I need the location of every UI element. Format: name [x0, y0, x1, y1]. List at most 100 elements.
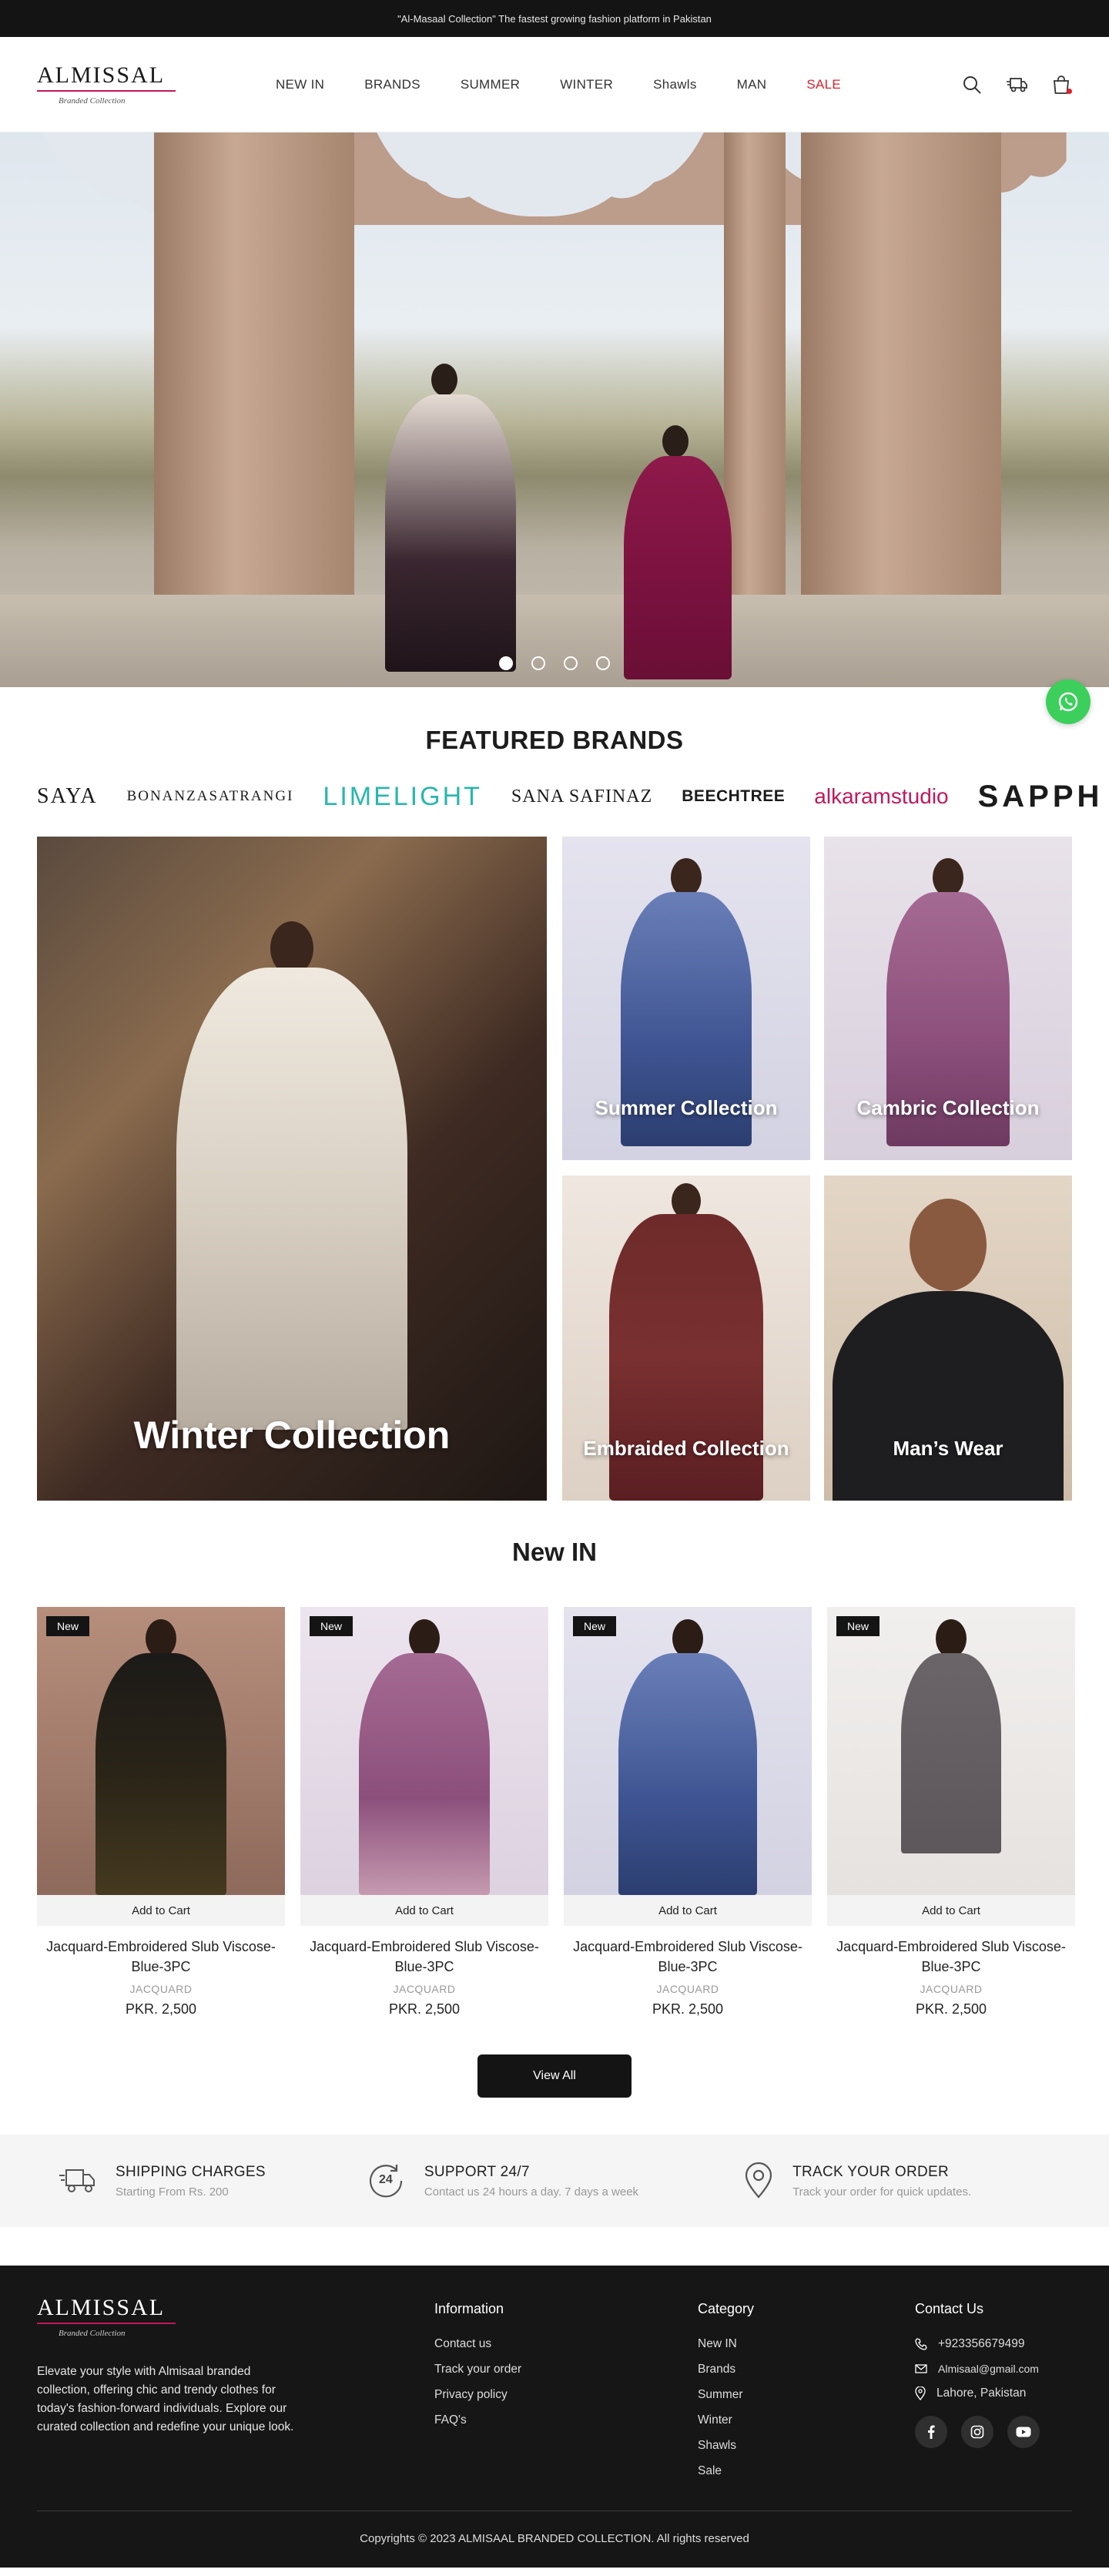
footer-link-shawls[interactable]: Shawls — [698, 2439, 754, 2453]
brand-logo-alkaram[interactable]: alkaramstudio — [814, 784, 948, 809]
product-dress — [901, 1653, 1001, 1853]
mail-icon — [915, 2364, 927, 2373]
facebook-icon[interactable] — [915, 2416, 947, 2448]
footer-link-track-order[interactable]: Track your order — [434, 2363, 521, 2376]
product-name[interactable]: Jacquard-Embroidered Slub Viscose-Blue-3… — [827, 1937, 1075, 1977]
product-name[interactable]: Jacquard-Embroidered Slub Viscose-Blue-3… — [300, 1937, 548, 1977]
slider-dot-3[interactable] — [564, 656, 578, 670]
instagram-icon[interactable] — [961, 2416, 993, 2448]
hero-banner[interactable] — [0, 132, 1109, 687]
brand-logo-limelight[interactable]: LIMELIGHT — [323, 782, 481, 812]
add-to-cart-button[interactable]: Add to Cart — [564, 1895, 812, 1926]
feature-title: SHIPPING CHARGES — [116, 2163, 266, 2180]
collection-tile-winter[interactable]: Winter Collection — [37, 837, 547, 1501]
whatsapp-icon — [1058, 692, 1078, 712]
product-dress — [359, 1653, 490, 1895]
footer-link-winter[interactable]: Winter — [698, 2413, 754, 2427]
main-nav: NEW IN BRANDS SUMMER WINTER Shawls MAN S… — [276, 77, 841, 92]
product-image[interactable]: New — [300, 1607, 548, 1895]
copyright-text: Copyrights © 2023 ALMISAAL BRANDED COLLE… — [360, 2532, 749, 2545]
footer-phone[interactable]: +923356679499 — [915, 2337, 1040, 2351]
nav-new-in[interactable]: NEW IN — [276, 77, 324, 92]
footer-link-new-in[interactable]: New IN — [698, 2337, 754, 2351]
new-in-title: New IN — [511, 1538, 598, 1566]
view-all-button[interactable]: View All — [477, 2054, 632, 2098]
site-logo[interactable]: ALMISSAL Branded Collection — [37, 63, 183, 106]
youtube-icon[interactable] — [1007, 2416, 1040, 2448]
footer-address: Lahore, Pakistan — [915, 2386, 1040, 2400]
slider-dot-2[interactable] — [531, 656, 545, 670]
shopping-bag-icon[interactable] — [1050, 74, 1072, 96]
nav-brands[interactable]: BRANDS — [364, 77, 420, 92]
whatsapp-button[interactable] — [1046, 679, 1091, 724]
product-image[interactable]: New — [37, 1607, 285, 1895]
product-dress — [95, 1653, 226, 1895]
brand-studio-text: studio — [890, 784, 949, 808]
search-icon[interactable] — [961, 74, 983, 96]
model-head — [409, 1619, 440, 1658]
hero-slider-dots — [0, 656, 1109, 670]
brand-satrangi-text: SATRANGI — [209, 788, 294, 804]
feature-track-order: TRACK YOUR ORDER Track your order for qu… — [743, 2162, 971, 2200]
collection-label: Cambric Collection — [856, 1096, 1040, 1119]
phone-icon — [915, 2338, 927, 2350]
footer-category: Category New IN Brands Summer Winter Sha… — [698, 2301, 754, 2490]
add-to-cart-button[interactable]: Add to Cart — [37, 1895, 285, 1926]
product-card[interactable]: New Add to Cart Jacquard-Embroidered Slu… — [37, 1607, 285, 2018]
collection-label: Embraided Collection — [583, 1437, 789, 1460]
slider-dot-1[interactable] — [499, 656, 513, 670]
nav-sale[interactable]: SALE — [806, 77, 841, 92]
collection-tile-mens-wear[interactable]: Man’s Wear — [824, 1176, 1072, 1501]
brand-logo-sana-safinaz[interactable]: SANA SAFINAZ — [511, 787, 652, 807]
footer-link-sale[interactable]: Sale — [698, 2464, 754, 2478]
winter-dress — [176, 968, 407, 1430]
product-price: PKR. 2,500 — [915, 2001, 987, 2017]
truck-icon[interactable] — [1006, 74, 1027, 96]
product-name[interactable]: Jacquard-Embroidered Slub Viscose-Blue-3… — [564, 1937, 812, 1977]
brand-logo-sapphire[interactable]: SAPPH — [978, 780, 1104, 814]
feature-shipping: SHIPPING CHARGES Starting From Rs. 200 — [59, 2164, 266, 2199]
brand-alkaram-text: alkaram — [814, 784, 891, 808]
nav-shawls[interactable]: Shawls — [653, 77, 697, 92]
collections-grid: Winter Collection Summer Collection Camb… — [0, 837, 1109, 1501]
feature-title: SUPPORT 24/7 — [424, 2163, 530, 2180]
nav-winter[interactable]: WINTER — [560, 77, 613, 92]
brand-carousel: SAYA BONANZASATRANGI LIMELIGHT SANA SAFI… — [0, 775, 1109, 818]
footer-link-privacy-policy[interactable]: Privacy policy — [434, 2388, 521, 2402]
footer-logo[interactable]: ALMISSAL Branded Collection — [37, 2296, 183, 2338]
footer-email[interactable]: Almisaal@gmail.com — [915, 2363, 1040, 2375]
product-image[interactable]: New — [827, 1607, 1075, 1895]
product-card[interactable]: New Add to Cart Jacquard-Embroidered Slu… — [827, 1607, 1075, 2018]
cart-indicator — [1067, 88, 1072, 94]
add-to-cart-button[interactable]: Add to Cart — [827, 1895, 1075, 1926]
slider-dot-4[interactable] — [596, 656, 610, 670]
location-pin-icon — [745, 2162, 772, 2199]
product-card[interactable]: New Add to Cart Jacquard-Embroidered Slu… — [564, 1607, 812, 2018]
floor — [0, 595, 1109, 687]
brand-logo-beechtree[interactable]: BEECHTREE — [682, 787, 785, 806]
footer-link-contact-us[interactable]: Contact us — [434, 2337, 521, 2351]
collection-tile-embraided[interactable]: Embraided Collection — [562, 1176, 810, 1501]
product-category: JACQUARD — [656, 1983, 719, 1995]
nav-summer[interactable]: SUMMER — [461, 77, 520, 92]
product-card[interactable]: New Add to Cart Jacquard-Embroidered Slu… — [300, 1607, 548, 2018]
product-dress — [618, 1653, 757, 1895]
model-2 — [624, 456, 732, 679]
add-to-cart-button[interactable]: Add to Cart — [300, 1895, 548, 1926]
collection-tile-summer[interactable]: Summer Collection — [562, 837, 810, 1160]
footer-address-text: Lahore, Pakistan — [936, 2386, 1027, 2400]
brand-logo-saya[interactable]: SAYA — [37, 784, 98, 809]
product-name[interactable]: Jacquard-Embroidered Slub Viscose-Blue-3… — [37, 1937, 285, 1977]
logo-wordmark: ALMISSAL — [37, 2295, 166, 2320]
footer-link-brands[interactable]: Brands — [698, 2363, 754, 2376]
footer-link-faqs[interactable]: FAQ's — [434, 2413, 521, 2427]
footer-link-summer[interactable]: Summer — [698, 2388, 754, 2402]
brand-logo-bonanza-satrangi[interactable]: BONANZASATRANGI — [127, 788, 294, 805]
nav-man[interactable]: MAN — [737, 77, 767, 92]
model-1 — [385, 394, 516, 672]
model-head — [910, 1199, 987, 1291]
product-image[interactable]: New — [564, 1607, 812, 1895]
collection-tile-cambric[interactable]: Cambric Collection — [824, 837, 1072, 1160]
feature-title: TRACK YOUR ORDER — [792, 2163, 949, 2180]
site-footer: ALMISSAL Branded Collection Elevate your… — [0, 2266, 1109, 2568]
